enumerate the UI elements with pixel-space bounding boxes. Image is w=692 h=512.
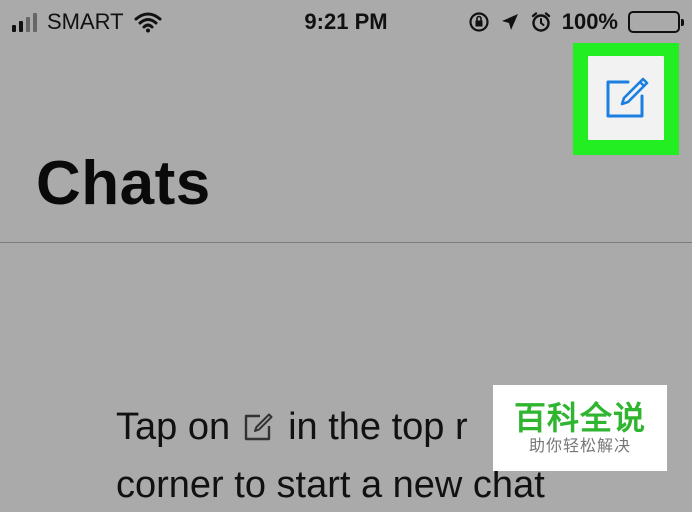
status-time: 9:21 PM [304, 9, 388, 34]
watermark-brand: 百科全说 [513, 400, 646, 436]
compose-icon [602, 74, 650, 122]
signal-icon [12, 12, 37, 32]
battery-percent: 100% [561, 9, 618, 34]
battery-icon [628, 11, 684, 33]
location-icon [500, 12, 520, 32]
alarm-icon [530, 11, 552, 33]
compose-button[interactable] [588, 56, 664, 140]
empty-state-text-after: in the top r [288, 406, 468, 448]
carrier-name: SMART [47, 9, 124, 34]
status-left: SMART [12, 9, 162, 35]
page-title: Chats [36, 149, 211, 218]
orientation-lock-icon [468, 11, 490, 33]
watermark: 百科全说 助你轻松解决 [493, 385, 667, 471]
inline-compose-icon [242, 404, 274, 458]
status-right: 100% [468, 9, 684, 35]
header-divider [0, 242, 692, 243]
watermark-subtitle: 助你轻松解决 [528, 438, 631, 455]
empty-state-text-before: Tap on [116, 406, 231, 448]
status-bar: SMART 9:21 PM 100% [0, 0, 692, 44]
wifi-icon [134, 11, 162, 33]
